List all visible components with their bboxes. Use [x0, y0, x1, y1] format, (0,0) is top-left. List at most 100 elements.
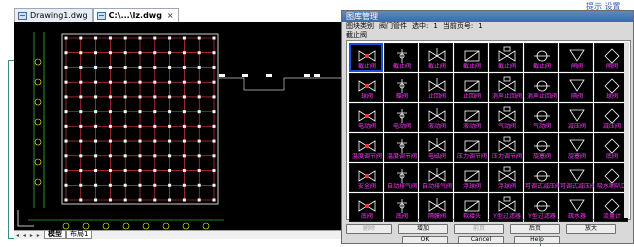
- symbol-cell[interactable]: 消声止回阀: [524, 73, 558, 102]
- symbol-cell[interactable]: 软接头: [454, 193, 488, 222]
- symbol-cell[interactable]: 液动阀: [454, 103, 488, 132]
- doc-tab-drawing1[interactable]: Drawing1.dwg: [14, 8, 93, 22]
- symbol-cell[interactable]: 截止阀: [419, 43, 453, 72]
- delete-button[interactable]: 删除: [346, 224, 392, 234]
- symbol-cell[interactable]: 截止阀: [384, 43, 418, 72]
- vertical-scrollbar[interactable]: [624, 42, 629, 218]
- column-mark: [197, 110, 201, 114]
- symbol-cell[interactable]: 气动阀: [489, 103, 523, 132]
- symbol-cell[interactable]: 止回阀: [419, 73, 453, 102]
- help-button[interactable]: Help: [514, 236, 560, 244]
- library-manager-dialog: 图库管理 图块类别 阀门管件 选中: 1 当前页号: 1 截止阀 截止阀 截止阀截…: [341, 10, 634, 244]
- axis-bubble: [34, 98, 42, 106]
- symbol-cell[interactable]: 流量计: [594, 193, 628, 222]
- symbol-cell[interactable]: 底阀: [349, 193, 383, 222]
- symbol-cell[interactable]: 消声止回阀: [489, 73, 523, 102]
- column-mark: [168, 169, 172, 173]
- symbol-cell[interactable]: 电动阀: [384, 103, 418, 132]
- symbol-cell[interactable]: 疏水器: [559, 193, 593, 222]
- column-mark: [123, 124, 127, 128]
- add-button[interactable]: 增加: [398, 224, 448, 234]
- symbol-cell[interactable]: 电动阀: [349, 103, 383, 132]
- symbol-cell[interactable]: 压力调节阀: [454, 133, 488, 162]
- axis-bubble: [182, 222, 190, 230]
- column-mark: [212, 95, 216, 99]
- symbol-cell[interactable]: 浮球阀: [489, 163, 523, 192]
- column-mark: [123, 95, 127, 99]
- symbol-label: 止回阀: [462, 93, 481, 100]
- column-mark: [79, 95, 83, 99]
- symbol-label: 安全阀: [357, 183, 376, 190]
- symbol-cell[interactable]: 吸水喇叭口: [594, 163, 628, 192]
- close-icon[interactable]: ×: [167, 10, 174, 22]
- column-mark: [123, 110, 127, 114]
- axis-bubble: [34, 138, 42, 146]
- symbol-cell[interactable]: 减压阀: [594, 103, 628, 132]
- column-mark: [197, 169, 201, 173]
- symbol-cell[interactable]: 隔阀: [559, 73, 593, 102]
- symbol-cell[interactable]: 隔膜阀: [419, 193, 453, 222]
- symbol-cell[interactable]: 底阀: [384, 193, 418, 222]
- symbol-cell[interactable]: 球阀: [594, 73, 628, 102]
- layout-nav-arrows[interactable]: ◂ ◂ ▸ ▸: [14, 232, 44, 239]
- column-mark: [79, 65, 83, 69]
- symbol-cell[interactable]: 浮球阀: [454, 163, 488, 192]
- symbol-cell[interactable]: 电磁阀: [419, 133, 453, 162]
- symbol-cell[interactable]: 液动阀: [419, 103, 453, 132]
- prev-page-button[interactable]: 前页: [454, 224, 504, 234]
- symbol-cell[interactable]: 温度调节阀: [349, 133, 383, 162]
- ucs-icon: [17, 210, 34, 227]
- symbol-cell[interactable]: 蝶阀: [384, 73, 418, 102]
- ok-button[interactable]: OK: [402, 236, 448, 244]
- column-mark: [182, 51, 186, 55]
- symbol-cell[interactable]: 减压阀: [559, 103, 593, 132]
- symbol-cell[interactable]: 温度调节阀: [384, 133, 418, 162]
- symbol-cell[interactable]: 旋塞阀: [524, 133, 558, 162]
- symbol-cell[interactable]: 截止阀: [349, 43, 383, 72]
- next-page-button[interactable]: 后页: [510, 224, 560, 234]
- page-value: 1: [478, 22, 483, 30]
- drawing-canvas[interactable]: [14, 22, 341, 230]
- symbol-cell[interactable]: 气动阀: [524, 103, 558, 132]
- symbol-cell[interactable]: 压力调节阀: [489, 133, 523, 162]
- symbol-label: 旋塞阀: [567, 153, 586, 160]
- symbol-cell[interactable]: 球阀: [349, 73, 383, 102]
- symbol-cell[interactable]: 截止阀: [489, 43, 523, 72]
- doc-tab-lz[interactable]: C:\...\lz.dwg ×: [92, 8, 179, 22]
- column-mark: [182, 139, 186, 143]
- tab-layout1[interactable]: 布局1: [66, 231, 93, 239]
- symbol-cell[interactable]: 止回阀: [454, 73, 488, 102]
- symbol-cell[interactable]: 自动排气阀: [419, 163, 453, 192]
- symbol-cell[interactable]: 截止阀: [524, 43, 558, 72]
- column-mark: [108, 36, 112, 40]
- column-mark: [168, 139, 172, 143]
- tab-model[interactable]: 模型: [44, 231, 66, 239]
- document-tabs: Drawing1.dwg C:\...\lz.dwg ×: [14, 8, 179, 22]
- symbol-cell[interactable]: 闸阀: [594, 43, 628, 72]
- axis-bubble: [34, 58, 42, 66]
- symbol-cell[interactable]: 可调式减压阀: [559, 163, 594, 192]
- symbol-cell[interactable]: 安全阀: [349, 163, 383, 192]
- symbol-label: 自动排气阀: [386, 183, 417, 190]
- pipe-fitting: [219, 74, 225, 77]
- cancel-button[interactable]: Cancel: [458, 236, 504, 244]
- symbol-cell[interactable]: 旋塞阀: [559, 133, 593, 162]
- zoom-button[interactable]: 放大: [566, 224, 616, 234]
- column-mark: [64, 65, 68, 69]
- column-mark: [182, 95, 186, 99]
- symbol-cell[interactable]: Y型过滤器: [489, 193, 523, 222]
- column-mark: [153, 36, 157, 40]
- symbol-cell[interactable]: 底阀: [594, 133, 628, 162]
- symbol-cell[interactable]: 可调式减压阀: [524, 163, 559, 192]
- symbol-cell[interactable]: Y型过滤器: [524, 193, 558, 222]
- symbol-cell[interactable]: 截止阀: [454, 43, 488, 72]
- column-mark: [138, 139, 142, 143]
- column-mark: [94, 80, 98, 84]
- symbol-cell[interactable]: 闸阀: [559, 43, 593, 72]
- pipeline: [219, 77, 341, 91]
- column-mark: [94, 95, 98, 99]
- action-buttons: 删除 增加 前页 后页 放大: [346, 224, 631, 234]
- symbol-cell[interactable]: 自动排气阀: [384, 163, 418, 192]
- symbol-label: 截止阀: [462, 63, 481, 70]
- column-mark: [182, 36, 186, 40]
